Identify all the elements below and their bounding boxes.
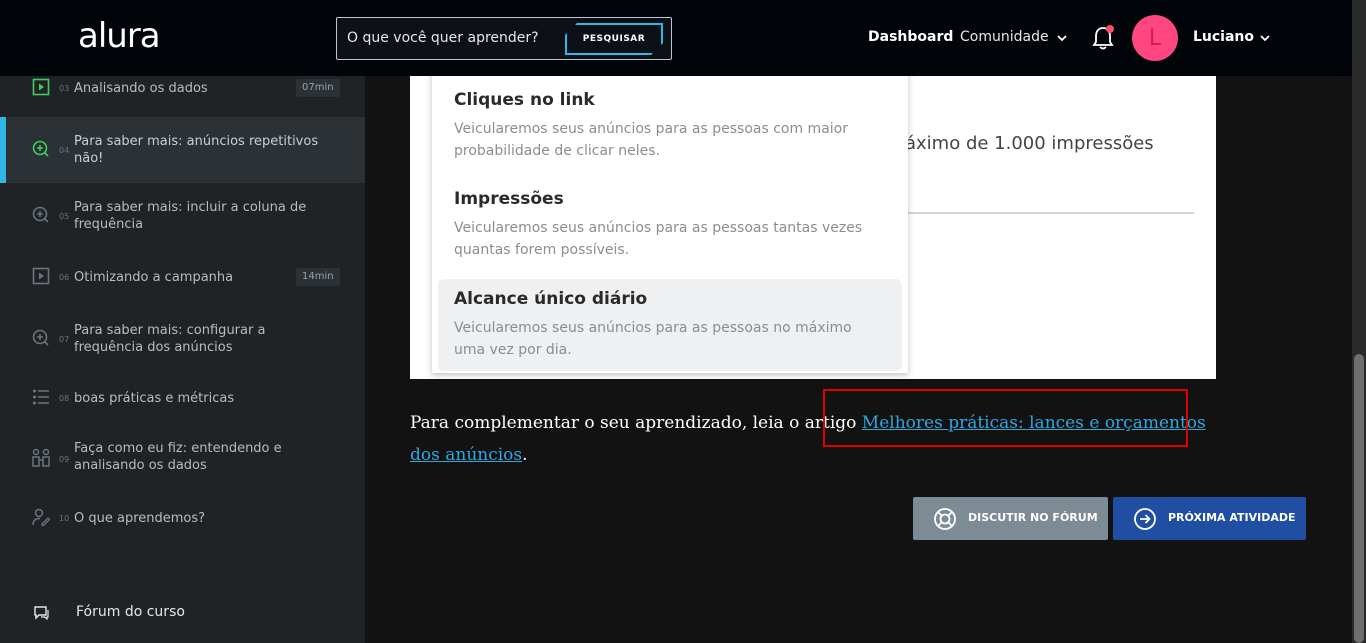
screenshot-option-selected: Alcance único diário Veicularemos seus a…: [438, 279, 902, 371]
video-icon: [32, 267, 50, 285]
sidebar-lesson-10[interactable]: 10 O que aprendemos?: [0, 504, 365, 534]
lesson-number: 09: [59, 455, 70, 464]
lesson-number: 07: [59, 335, 70, 344]
option-title: Alcance único diário: [454, 289, 648, 309]
option-description: Veicularemos seus anúncios para as pesso…: [454, 320, 852, 358]
video-icon: [32, 78, 50, 96]
lesson-title: O que aprendemos?: [74, 511, 206, 526]
bell-icon[interactable]: [1091, 25, 1115, 51]
plus-circle-icon: [32, 329, 49, 346]
sidebar-lesson-04[interactable]: 04 Para saber mais: anúncios repetitivos…: [0, 117, 365, 183]
option-description: Veicularemos seus anúncios para as pesso…: [454, 121, 848, 159]
lesson-number: 03: [59, 84, 70, 93]
lesson-title: Faça como eu fiz: entendendo e analisand…: [74, 441, 282, 473]
chevron-down-icon[interactable]: [1056, 32, 1068, 44]
paragraph-end: .: [522, 445, 528, 465]
search-button[interactable]: PESQUISAR: [565, 23, 663, 55]
sidebar-lesson-08[interactable]: 08 boas práticas e métricas: [0, 384, 365, 414]
divider: [907, 212, 1194, 214]
lesson-title: Otimizando a campanha: [74, 270, 234, 285]
lesson-number: 05: [59, 212, 70, 221]
search-bar: PESQUISAR: [336, 17, 672, 60]
lesson-number: 06: [59, 273, 70, 282]
sidebar-lesson-05[interactable]: 05 Para saber mais: incluir a coluna de …: [0, 184, 365, 250]
lifebuoy-icon: [934, 508, 956, 530]
lesson-number: 04: [59, 146, 70, 155]
user-edit-icon: [32, 508, 50, 526]
nav-community-link[interactable]: Comunidade: [960, 29, 1049, 45]
discuss-forum-label: DISCUTIR NO FÓRUM: [968, 511, 1098, 524]
screenshot-option: Impressões Veicularemos seus anúncios pa…: [438, 189, 902, 261]
people-icon: [32, 448, 50, 467]
plus-circle-icon: [32, 140, 49, 157]
option-title: Impressões: [454, 189, 564, 209]
list-icon: [33, 389, 49, 405]
sidebar-lesson-06[interactable]: 06 Otimizando a campanha 14min: [0, 259, 365, 295]
user-name[interactable]: Luciano: [1193, 29, 1254, 45]
sidebar-lesson-07[interactable]: 07 Para saber mais: configurar a frequên…: [0, 314, 365, 364]
scrollbar-thumb[interactable]: [1354, 354, 1364, 643]
lesson-number: 08: [59, 394, 70, 403]
screenshot-dropdown-menu: Cliques no link Veicularemos seus anúnci…: [432, 76, 908, 373]
screenshot-option: Cliques no link Veicularemos seus anúnci…: [438, 90, 902, 162]
avatar[interactable]: L: [1132, 15, 1178, 61]
lesson-title: Para saber mais: anúncios repetitivos nã…: [74, 134, 319, 166]
lesson-title: Analisando os dados: [74, 81, 208, 96]
screenshot-background-text: áximo de 1.000 impressões: [905, 133, 1154, 154]
top-header: alura PESQUISAR Dashboard Comunidade L L…: [0, 0, 1352, 76]
main-content: áximo de 1.000 impressões Cliques no lin…: [365, 76, 1352, 643]
option-description: Veicularemos seus anúncios para as pesso…: [454, 220, 863, 258]
page-scrollbar[interactable]: [1352, 0, 1366, 643]
lesson-number: 10: [59, 514, 70, 523]
sidebar-lesson-09[interactable]: 09 Faça como eu fiz: entendendo e analis…: [0, 436, 365, 486]
sidebar-lesson-03[interactable]: 03 Analisando os dados 07min: [0, 76, 365, 116]
arrow-right-circle-icon: [1134, 508, 1156, 530]
lesson-duration: 14min: [296, 268, 340, 286]
article-paragraph: Para complementar o seu aprendizado, lei…: [410, 407, 1210, 471]
course-sidebar: 03 Analisando os dados 07min 04 Para sab…: [0, 76, 365, 643]
next-activity-label: PRÓXIMA ATIVIDADE: [1168, 511, 1296, 524]
lesson-title: boas práticas e métricas: [74, 391, 235, 406]
lesson-title: Para saber mais: configurar a frequência…: [74, 323, 266, 355]
plus-circle-icon: [32, 206, 49, 223]
lesson-duration: 07min: [296, 79, 340, 97]
next-activity-button[interactable]: PRÓXIMA ATIVIDADE: [1113, 497, 1306, 540]
lesson-screenshot-image: áximo de 1.000 impressões Cliques no lin…: [410, 76, 1216, 379]
nav-dashboard-link[interactable]: Dashboard: [868, 29, 953, 45]
discuss-forum-button[interactable]: DISCUTIR NO FÓRUM: [913, 497, 1108, 540]
course-forum-link[interactable]: Fórum do curso: [76, 604, 185, 620]
chevron-down-icon[interactable]: [1259, 32, 1271, 44]
alura-logo[interactable]: alura: [78, 16, 161, 56]
paragraph-text: Para complementar o seu aprendizado, lei…: [410, 413, 862, 433]
chat-icon: [34, 606, 49, 621]
option-title: Cliques no link: [454, 90, 595, 110]
search-input[interactable]: [347, 30, 557, 46]
lesson-title: Para saber mais: incluir a coluna de fre…: [74, 200, 307, 232]
